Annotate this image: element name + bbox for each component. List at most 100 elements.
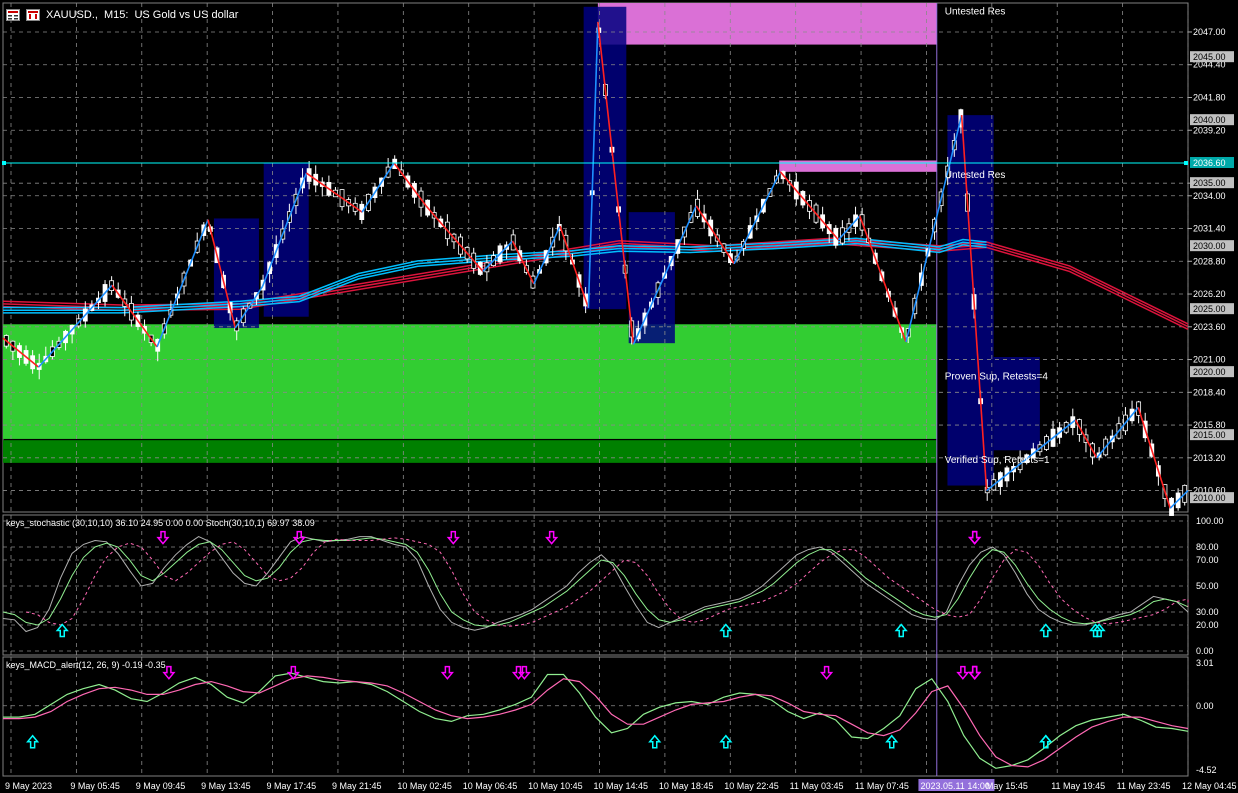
stoch-sell-arrow-shape bbox=[968, 530, 982, 545]
time-axis-label: 9 May 21:45 bbox=[332, 781, 382, 791]
macd-sell-arrow bbox=[286, 665, 300, 680]
time-axis-label: 11 May 19:45 bbox=[1051, 781, 1105, 791]
time-axis-label: 9 May 05:45 bbox=[70, 781, 120, 791]
stoch-sell-arrow bbox=[156, 530, 170, 545]
time-axis-label: 11 May 03:45 bbox=[790, 781, 844, 791]
stoch-buy-arrow-shape bbox=[719, 623, 733, 638]
time-axis-label: 9 May 09:45 bbox=[136, 781, 186, 791]
stoch-sell-arrow-shape bbox=[545, 530, 559, 545]
ma-fast-line bbox=[3, 242, 987, 314]
time-axis-label: 12 May 04:45 bbox=[1182, 781, 1237, 791]
time-axis-label: 9 May 17:45 bbox=[267, 781, 317, 791]
zigzag-segment bbox=[859, 215, 907, 343]
zigzag-segment bbox=[361, 162, 395, 213]
macd-buy-arrow bbox=[648, 734, 662, 749]
macd-sell-arrow-shape bbox=[286, 665, 300, 680]
stoch-tick-label: 70.00 bbox=[1196, 555, 1219, 565]
time-axis-label: 10 May 14:45 bbox=[594, 781, 649, 791]
timeframe-label: M15: bbox=[103, 9, 129, 21]
zigzag-segment bbox=[393, 162, 427, 207]
zigzag-segment bbox=[511, 240, 535, 285]
stoch-buy-arrow bbox=[894, 623, 908, 638]
price-tick-label: 2034.00 bbox=[1193, 191, 1226, 201]
time-axis-label: 9 May 13:45 bbox=[201, 781, 251, 791]
ma-fast-line bbox=[3, 240, 987, 311]
zone-label: Verified Sup, Retests=1 bbox=[945, 455, 1050, 466]
macd-sell-arrow-shape bbox=[968, 665, 982, 680]
price-line-handle[interactable] bbox=[2, 161, 6, 166]
zone-support_verified bbox=[3, 440, 937, 463]
time-axis-label: 10 May 06:45 bbox=[463, 781, 518, 791]
macd-buy-arrow-shape bbox=[1039, 734, 1053, 749]
zone-label: Untested Res bbox=[945, 170, 1006, 181]
stoch-tick-label: 30.00 bbox=[1196, 607, 1219, 617]
stoch-series-line bbox=[2, 536, 1189, 633]
macd-tick-label: 3.01 bbox=[1196, 658, 1214, 668]
zone-resistance bbox=[779, 160, 937, 172]
price-level-label: 2045.00 bbox=[1193, 52, 1226, 62]
macd-sell-arrow bbox=[819, 665, 834, 680]
price-level-label: 2030.00 bbox=[1193, 241, 1226, 251]
macd-sell-arrow bbox=[956, 665, 970, 680]
zigzag-segment bbox=[1096, 406, 1139, 459]
macd-sell-arrow bbox=[968, 665, 982, 680]
macd-sell-arrow-shape bbox=[819, 665, 834, 680]
macd-title: keys_MACD_alert(12, 26, 9) -0.19 -0.35 bbox=[6, 660, 166, 670]
zone-label: Proven Sup, Retests=4 bbox=[945, 372, 1049, 383]
macd-series-line bbox=[3, 672, 1189, 769]
stoch-tick-label: 100.00 bbox=[1196, 516, 1224, 526]
price-line-handle[interactable] bbox=[1184, 161, 1188, 166]
price-tick-label: 2015.80 bbox=[1193, 420, 1226, 430]
symbol-label: XAUUSD., bbox=[46, 9, 98, 21]
stoch-buy-arrow-shape bbox=[894, 623, 908, 638]
price-tick-label: 2041.80 bbox=[1193, 92, 1226, 102]
price-level-label: 2040.00 bbox=[1193, 115, 1226, 125]
chart-menu-icon[interactable] bbox=[6, 9, 20, 21]
macd-sell-arrow-shape bbox=[440, 665, 454, 680]
chart-header: XAUUSD., M15: US Gold vs US dollar bbox=[6, 6, 238, 24]
stoch-tick-label: 0.00 bbox=[1196, 646, 1214, 656]
stoch-sell-arrow-shape bbox=[446, 530, 460, 545]
price-chart-svg[interactable]: 2047.002044.402041.802039.202035.002034.… bbox=[0, 0, 1238, 793]
stoch-buy-arrow bbox=[55, 623, 69, 638]
macd-buy-arrow-shape bbox=[885, 734, 899, 749]
time-axis-label: 2023.05.11 14:00 bbox=[920, 781, 989, 791]
zone-support_proven bbox=[3, 324, 937, 439]
zone-label: Untested Res bbox=[945, 6, 1006, 17]
time-axis-label: 10 May 18:45 bbox=[659, 781, 714, 791]
price-level-label: 2035.00 bbox=[1193, 178, 1226, 188]
price-tick-label: 2023.60 bbox=[1193, 322, 1226, 332]
macd-buy-arrow-shape bbox=[26, 734, 40, 749]
stoch-sell-arrow-shape bbox=[156, 530, 170, 545]
time-axis-label: May 15:45 bbox=[986, 781, 1028, 791]
range-box bbox=[628, 212, 675, 344]
time-axis-label: 10 May 02:45 bbox=[397, 781, 452, 791]
zone-resistance bbox=[597, 3, 937, 45]
stoch-buy-arrow bbox=[1039, 623, 1053, 638]
stoch-tick-label: 50.00 bbox=[1196, 581, 1219, 591]
macd-sell-arrow-shape bbox=[956, 665, 970, 680]
price-level-label: 2025.00 bbox=[1193, 304, 1226, 314]
price-tick-label: 2039.20 bbox=[1193, 125, 1226, 135]
macd-tick-label: 0.00 bbox=[1196, 701, 1214, 711]
zigzag-segment bbox=[695, 205, 735, 265]
description-label: US Gold vs US dollar bbox=[134, 9, 239, 21]
chart-window[interactable]: XAUUSD., M15: US Gold vs US dollar 2047.… bbox=[0, 0, 1238, 793]
price-tick-label: 2031.40 bbox=[1193, 224, 1226, 234]
stoch-signal-line bbox=[25, 537, 1189, 627]
price-level-label: 2020.00 bbox=[1193, 367, 1226, 377]
stoch-sell-arrow bbox=[545, 530, 559, 545]
stoch-tick-label: 80.00 bbox=[1196, 542, 1219, 552]
ma-fast-line bbox=[3, 237, 987, 309]
stoch-buy-arrow-shape bbox=[55, 623, 69, 638]
macd-buy-arrow bbox=[719, 734, 733, 749]
macd-buy-arrow bbox=[1039, 734, 1053, 749]
price-tick-label: 2026.20 bbox=[1193, 289, 1226, 299]
macd-buy-arrow bbox=[885, 734, 899, 749]
price-tick-label: 2013.20 bbox=[1193, 453, 1226, 463]
chart-type-icon[interactable] bbox=[26, 9, 40, 21]
stochastic-title: keys_stochastic (30,10,10) 36.10 24.95 0… bbox=[6, 518, 315, 528]
price-tick-label: 2018.40 bbox=[1193, 387, 1226, 397]
stoch-series-line bbox=[2, 537, 1189, 627]
stochastic-panel-frame bbox=[2, 514, 1189, 656]
